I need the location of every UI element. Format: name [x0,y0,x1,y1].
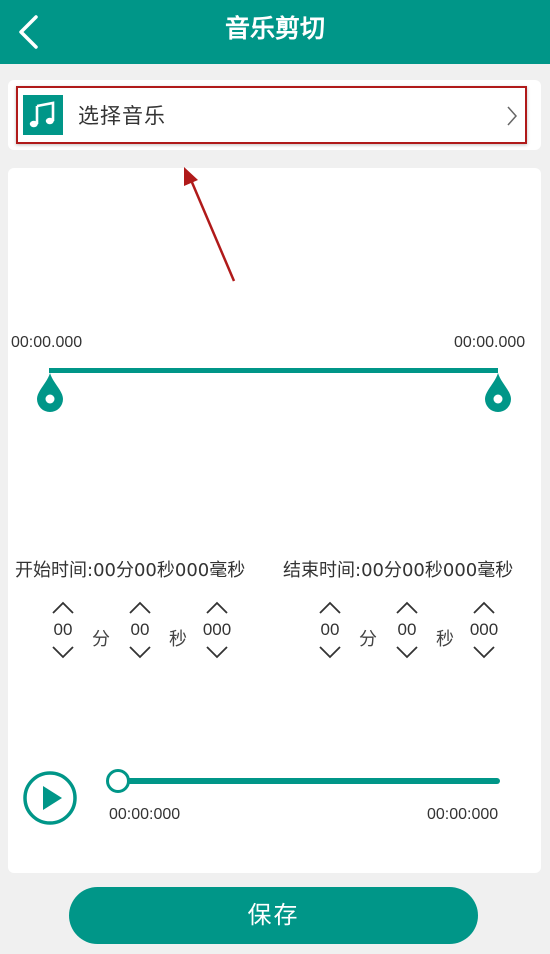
select-music-label: 选择音乐 [78,104,166,128]
start-millis-spinner: 000 [199,600,235,660]
chevron-down-icon[interactable] [127,644,153,660]
editor-card [8,168,541,873]
chevron-down-icon[interactable] [394,644,420,660]
chevron-down-icon[interactable] [204,644,230,660]
app-header: 音乐剪切 [0,0,550,64]
back-button[interactable] [0,0,56,64]
chevron-up-icon[interactable] [127,600,153,616]
chevron-left-icon [19,15,38,49]
page-title: 音乐剪切 [224,14,325,43]
start-seconds-spinner: 00 [123,600,157,660]
total-play-time: 00:00:000 [427,806,499,823]
music-note-icon [23,95,63,135]
end-time-text: 结束时间:00分00秒000毫秒 [283,560,514,581]
range-track [49,368,498,373]
start-second-unit: 秒 [169,629,187,650]
end-minute-unit: 分 [359,629,377,650]
chevron-down-icon[interactable] [471,644,497,660]
select-music-card: 选择音乐 [8,80,541,150]
start-minute-unit: 分 [92,629,110,650]
select-music-button[interactable]: 选择音乐 [16,86,527,144]
end-minutes-value: 00 [320,620,340,639]
end-second-unit: 秒 [436,629,454,650]
chevron-up-icon[interactable] [394,600,420,616]
start-millis-value: 000 [202,620,232,639]
chevron-up-icon[interactable] [50,600,76,616]
chevron-up-icon[interactable] [317,600,343,616]
end-seconds-value: 00 [397,620,417,639]
current-play-time: 00:00:000 [109,806,181,823]
annotation-arrow-icon [184,167,236,282]
start-minutes-value: 00 [53,620,73,639]
start-minutes-spinner: 00 [46,600,80,660]
start-time-text: 开始时间:00分00秒000毫秒 [15,560,246,581]
play-button[interactable] [22,770,78,826]
wave-end-time: 00:00.000 [454,334,526,351]
end-millis-spinner: 000 [466,600,502,660]
chevron-down-icon[interactable] [50,644,76,660]
end-minutes-spinner: 00 [313,600,347,660]
wave-start-time: 00:00.000 [11,334,83,351]
start-seconds-value: 00 [130,620,150,639]
chevron-down-icon[interactable] [317,644,343,660]
save-button[interactable]: 保存 [69,887,478,944]
playback-progress-thumb[interactable] [106,769,130,793]
start-handle[interactable] [35,371,65,413]
chevron-up-icon[interactable] [204,600,230,616]
play-icon [43,786,62,810]
end-handle[interactable] [483,371,513,413]
end-seconds-spinner: 00 [390,600,424,660]
playback-progress-track[interactable] [117,778,500,784]
end-millis-value: 000 [469,620,499,639]
chevron-up-icon[interactable] [471,600,497,616]
chevron-right-icon [507,106,518,126]
